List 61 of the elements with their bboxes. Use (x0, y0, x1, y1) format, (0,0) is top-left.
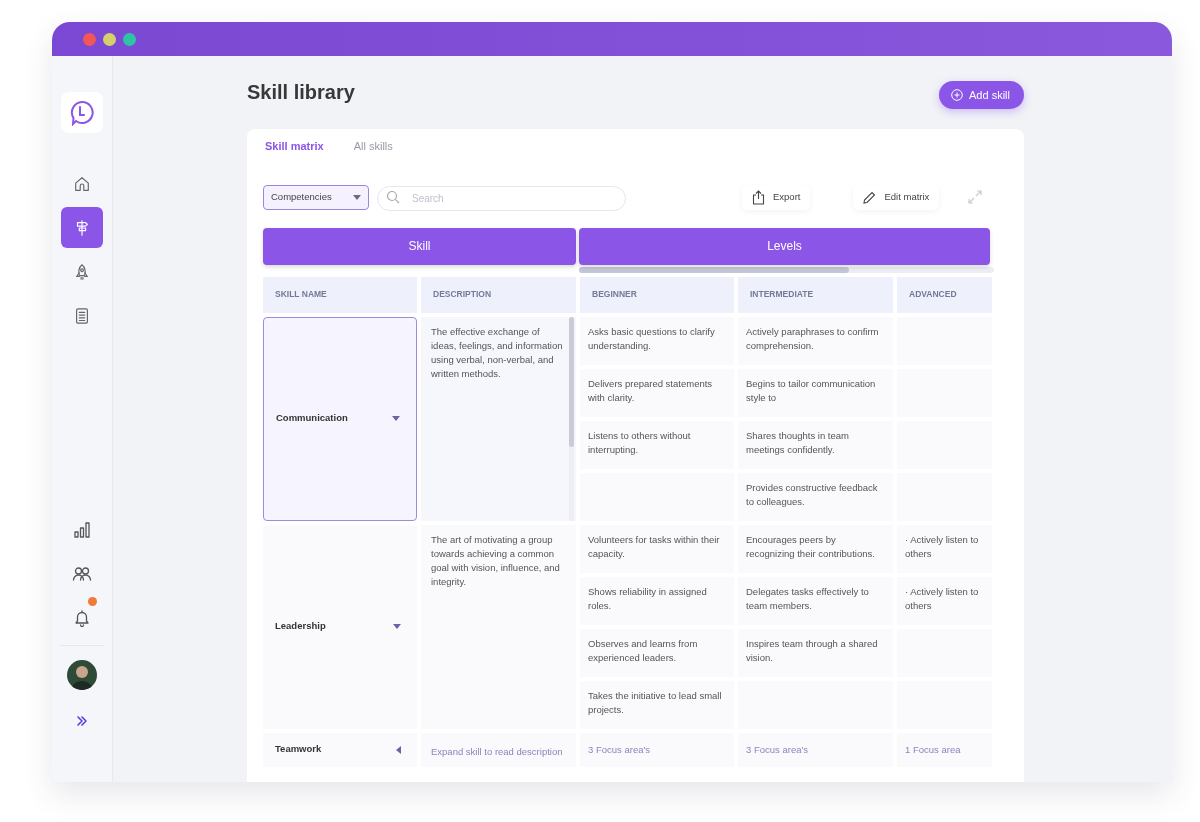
share-icon (752, 189, 765, 205)
level-cell: Begins to tailor communication style to (738, 368, 893, 417)
caret-down-icon[interactable] (393, 624, 401, 629)
filter-dropdown[interactable]: Competencies (263, 184, 369, 210)
skill-name-cell[interactable]: Communication (263, 316, 417, 521)
level-cell: Asks basic questions to clarify understanding. (580, 316, 734, 365)
column-header: DESCRIPTION (421, 276, 576, 313)
home-icon (73, 174, 91, 193)
level-cell: Shows reliability in assigned roles. (580, 576, 734, 625)
level-cell: · Actively listen to others (897, 576, 992, 625)
description-cell: The effective exchange of ideas, feelings, and information using verbal, non-verbal, and written methods. (421, 316, 576, 521)
level-cell: Shares thoughts in team meetings confidently. (738, 420, 893, 469)
level-cell: Provides constructive feedback to colleagues. (738, 472, 893, 521)
horizontal-scrollbar[interactable] (579, 266, 994, 273)
nav-item[interactable] (61, 207, 103, 248)
page-title: Skill library (247, 80, 355, 104)
maximize-dot-icon[interactable] (123, 32, 136, 46)
notification-dot (88, 597, 97, 606)
skill-name-cell[interactable]: Teamwork (263, 732, 417, 767)
level-cell: Listens to others without interrupting. (580, 420, 734, 469)
avatar[interactable] (67, 660, 97, 690)
list-icon (73, 306, 91, 325)
skill-name-cell[interactable]: Leadership (263, 524, 417, 729)
level-cell: Volunteers for tasks within their capacity. (580, 524, 734, 573)
level-cell: Observes and learns from experienced leaders. (580, 628, 734, 677)
level-cell: 1 Focus area (897, 732, 992, 767)
pencil-icon (863, 190, 877, 204)
level-cell: Encourages peers by recognizing their contributions. (738, 524, 893, 573)
column-header: SKILL NAME (263, 276, 417, 313)
tab[interactable]: Skill matrix (257, 129, 332, 163)
close-dot-icon[interactable] (83, 32, 96, 46)
level-cell: Delegates tasks effectively to team members. (738, 576, 893, 625)
level-cell: 3 Focus area's (738, 732, 893, 767)
minimize-dot-icon[interactable] (103, 32, 116, 46)
description-cell: Expand skill to read description (421, 732, 576, 767)
caret-down-icon[interactable] (392, 416, 400, 421)
edit-matrix-button[interactable]: Edit matrix (853, 184, 940, 210)
column-header: ADVANCED (897, 276, 992, 313)
plus-circle-icon (951, 89, 964, 101)
app-logo[interactable] (61, 92, 103, 133)
logo-icon (69, 99, 95, 126)
column-header: INTERMEDIATE (738, 276, 893, 313)
vertical-scrollbar[interactable] (569, 316, 574, 521)
description-cell: The art of motivating a group towards achieving a common goal with vision, influence, and integrity. (421, 524, 576, 729)
caret-left-icon[interactable] (396, 745, 401, 754)
level-cell: 3 Focus area's (580, 732, 734, 767)
rocket-icon (73, 262, 91, 281)
caret-icon (353, 194, 361, 200)
level-cell: Delivers prepared statements with clarity. (580, 368, 734, 417)
level-cell: Inspires team through a shared vision. (738, 628, 893, 677)
add-skill-button[interactable]: Add skill (939, 81, 1024, 109)
group-header: Levels (579, 227, 990, 265)
export-button[interactable]: Export (742, 184, 811, 210)
search-field[interactable]: Search (377, 185, 626, 211)
group-header: Skill (263, 227, 576, 265)
search-icon (386, 189, 400, 204)
column-header: BEGINNER (580, 276, 734, 313)
bar-chart-icon (72, 519, 92, 540)
level-cell: Actively paraphrases to confirm comprehension. (738, 316, 893, 365)
level-cell: Takes the initiative to lead small projects. (580, 680, 734, 729)
level-cell: · Actively listen to others (897, 524, 992, 573)
